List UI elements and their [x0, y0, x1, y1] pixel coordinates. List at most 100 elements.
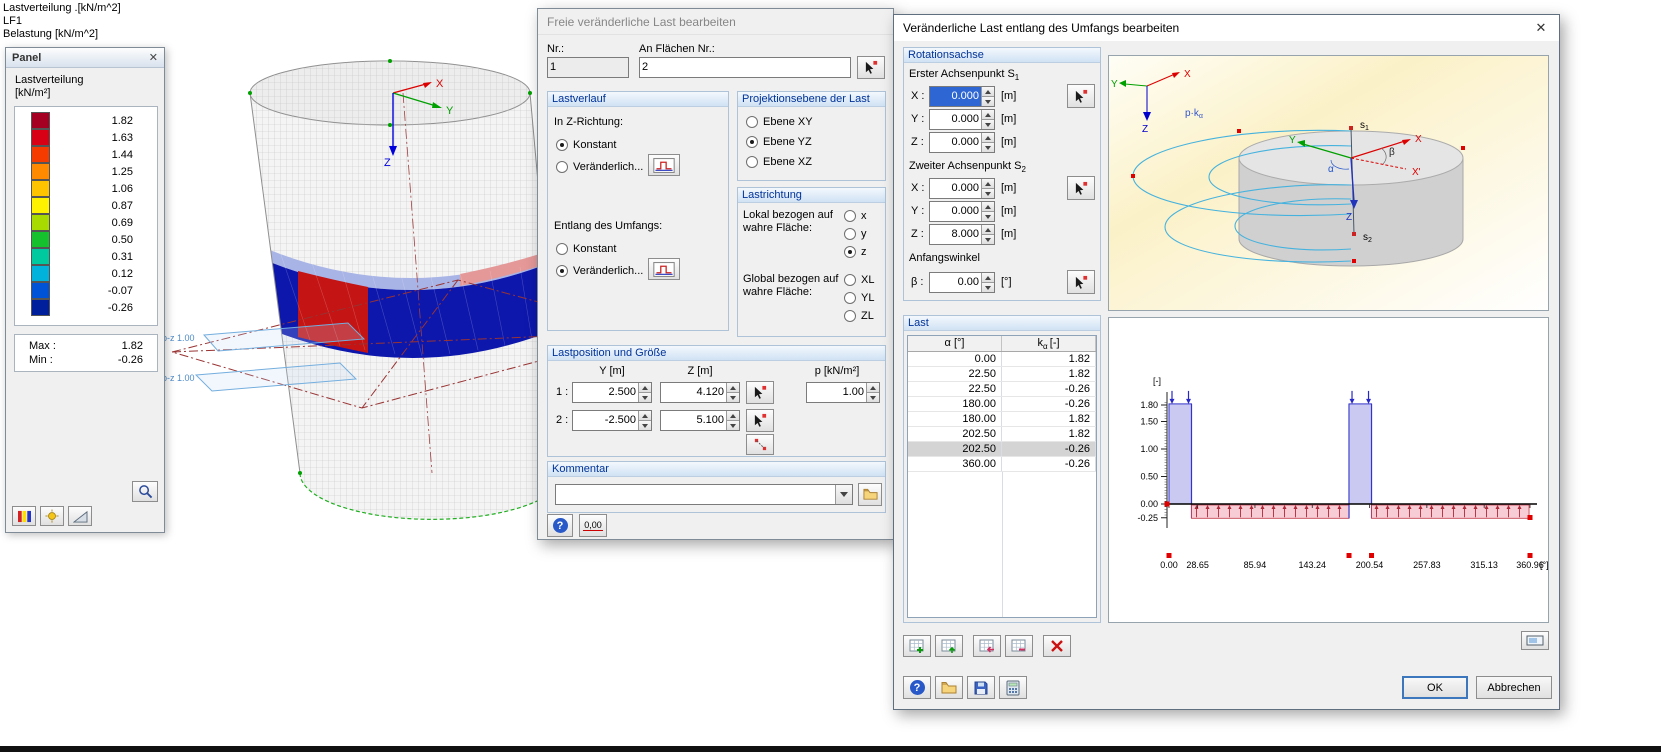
- cell-alpha[interactable]: 202.50: [908, 442, 1002, 456]
- z-constant-radio[interactable]: Konstant: [556, 138, 616, 152]
- cell-alpha[interactable]: 180.00: [908, 397, 1002, 411]
- cell-alpha[interactable]: 0.00: [908, 352, 1002, 366]
- comment-browse-button[interactable]: [858, 483, 882, 506]
- cell-k[interactable]: 1.82: [1002, 412, 1096, 426]
- row2-y-value[interactable]: -2.500: [573, 411, 638, 430]
- surfaces-value[interactable]: 2: [640, 58, 850, 77]
- spinner[interactable]: [981, 202, 994, 221]
- beta-input[interactable]: 0.00: [929, 272, 995, 293]
- spinner[interactable]: [981, 87, 994, 106]
- row2-z-value[interactable]: 5.100: [661, 411, 726, 430]
- row1-z-value[interactable]: 4.120: [661, 383, 726, 402]
- panel-details-button[interactable]: [132, 481, 158, 502]
- cell-alpha[interactable]: 22.50: [908, 382, 1002, 396]
- cell-k[interactable]: 1.82: [1002, 367, 1096, 381]
- local-z-radio[interactable]: z: [844, 245, 867, 259]
- dialog2-titlebar[interactable]: Veränderliche Last entlang des Umfangs b…: [894, 15, 1559, 41]
- cell-k[interactable]: 1.82: [1002, 352, 1096, 366]
- circ-constant-radio[interactable]: Konstant: [556, 242, 616, 256]
- s1-pick-button[interactable]: [1067, 84, 1095, 108]
- load-diagram-svg[interactable]: 1.80 1.50 1.00 0.50 0.00 -0.25 [-] 0.00 28.65 85.…: [1109, 318, 1548, 622]
- circ-variable-edit-button[interactable]: [648, 258, 680, 280]
- cell-alpha[interactable]: 180.00: [908, 412, 1002, 426]
- panel-close-icon[interactable]: ✕: [149, 51, 158, 64]
- s2-y-input[interactable]: 0.000: [929, 201, 995, 222]
- table-delete-row-button[interactable]: [1005, 635, 1033, 657]
- load-table-row[interactable]: 22.50 -0.26: [908, 382, 1096, 397]
- comment-value[interactable]: [556, 485, 835, 504]
- panel-filter-tab[interactable]: [68, 506, 92, 526]
- load-diagram[interactable]: 1.80 1.50 1.00 0.50 0.00 -0.25 [-] 0.00 28.65 85.…: [1108, 317, 1549, 623]
- load-table-row[interactable]: 360.00 -0.26: [908, 457, 1096, 472]
- plane-xy-radio[interactable]: Ebene XY: [746, 115, 813, 129]
- circ-variable-radio[interactable]: Veränderlich...: [556, 264, 643, 278]
- spinner[interactable]: [726, 383, 739, 402]
- beta-value[interactable]: 0.00: [930, 273, 981, 292]
- surfaces-input[interactable]: 2: [639, 57, 851, 78]
- radio-icon[interactable]: [556, 161, 568, 173]
- s1-z-value[interactable]: 0.000: [930, 133, 981, 152]
- z-variable-edit-button[interactable]: [648, 154, 680, 176]
- s2-x-value[interactable]: 0.000: [930, 179, 981, 198]
- set-zero-button[interactable]: 0,00: [579, 514, 607, 537]
- plane-yz-radio[interactable]: Ebene YZ: [746, 135, 812, 149]
- load-table-row[interactable]: 202.50 -0.26: [908, 442, 1096, 457]
- table-clear-button[interactable]: [1043, 635, 1071, 657]
- z-variable-radio[interactable]: Veränderlich...: [556, 160, 643, 174]
- radio-icon[interactable]: [844, 274, 856, 286]
- ok-button[interactable]: OK: [1402, 676, 1468, 699]
- load-table-row[interactable]: 180.00 1.82: [908, 412, 1096, 427]
- radio-icon[interactable]: [746, 116, 758, 128]
- radio-icon[interactable]: [746, 136, 758, 148]
- s1-z-input[interactable]: 0.000: [929, 132, 995, 153]
- s2-x-input[interactable]: 0.000: [929, 178, 995, 199]
- load-table-row[interactable]: 202.50 1.82: [908, 427, 1096, 442]
- row2-z-input[interactable]: 5.100: [660, 410, 740, 431]
- dialog1-help-button[interactable]: ?: [547, 514, 573, 537]
- cell-k[interactable]: 1.82: [1002, 427, 1096, 441]
- dialog2-open-button[interactable]: [935, 676, 963, 699]
- spinner[interactable]: [981, 273, 994, 292]
- nr-input[interactable]: 1: [547, 57, 629, 78]
- spinner[interactable]: [866, 383, 879, 402]
- panel-display-tab[interactable]: [40, 506, 64, 526]
- table-insert-row-button[interactable]: [935, 635, 963, 657]
- beta-pick-button[interactable]: [1067, 270, 1095, 294]
- row2-pick-button[interactable]: [746, 409, 774, 432]
- spinner[interactable]: [981, 133, 994, 152]
- radio-icon[interactable]: [556, 243, 568, 255]
- spinner[interactable]: [638, 383, 651, 402]
- cell-k[interactable]: -0.26: [1002, 397, 1096, 411]
- row1-p-value[interactable]: 1.00: [807, 383, 866, 402]
- radio-icon[interactable]: [844, 292, 856, 304]
- s2-z-input[interactable]: 8.000: [929, 224, 995, 245]
- panel-colors-tab[interactable]: [12, 506, 36, 526]
- cell-alpha[interactable]: 202.50: [908, 427, 1002, 441]
- radio-icon[interactable]: [844, 228, 856, 240]
- load-table-row[interactable]: 180.00 -0.26: [908, 397, 1096, 412]
- radio-icon[interactable]: [844, 210, 856, 222]
- row2-y-input[interactable]: -2.500: [572, 410, 652, 431]
- plane-xz-radio[interactable]: Ebene XZ: [746, 155, 812, 169]
- row1-pick-button[interactable]: [746, 381, 774, 404]
- nr-value[interactable]: 1: [548, 58, 628, 77]
- cancel-button[interactable]: Abbrechen: [1476, 676, 1552, 699]
- row1-p-input[interactable]: 1.00: [806, 382, 880, 403]
- table-add-row-button[interactable]: [903, 635, 931, 657]
- spinner[interactable]: [981, 110, 994, 129]
- spinner[interactable]: [726, 411, 739, 430]
- global-xl-radio[interactable]: XL: [844, 273, 874, 287]
- radio-icon[interactable]: [844, 310, 856, 322]
- radio-icon[interactable]: [844, 246, 856, 258]
- dialog2-close-button[interactable]: ✕: [1523, 15, 1559, 41]
- s2-y-value[interactable]: 0.000: [930, 202, 981, 221]
- row1-y-input[interactable]: 2.500: [572, 382, 652, 403]
- s2-z-value[interactable]: 8.000: [930, 225, 981, 244]
- s2-pick-button[interactable]: [1067, 176, 1095, 200]
- spinner[interactable]: [638, 411, 651, 430]
- cell-k[interactable]: -0.26: [1002, 457, 1096, 471]
- radio-icon[interactable]: [746, 156, 758, 168]
- local-x-radio[interactable]: x: [844, 209, 867, 223]
- combo-arrow-icon[interactable]: [835, 485, 852, 504]
- local-y-radio[interactable]: y: [844, 227, 867, 241]
